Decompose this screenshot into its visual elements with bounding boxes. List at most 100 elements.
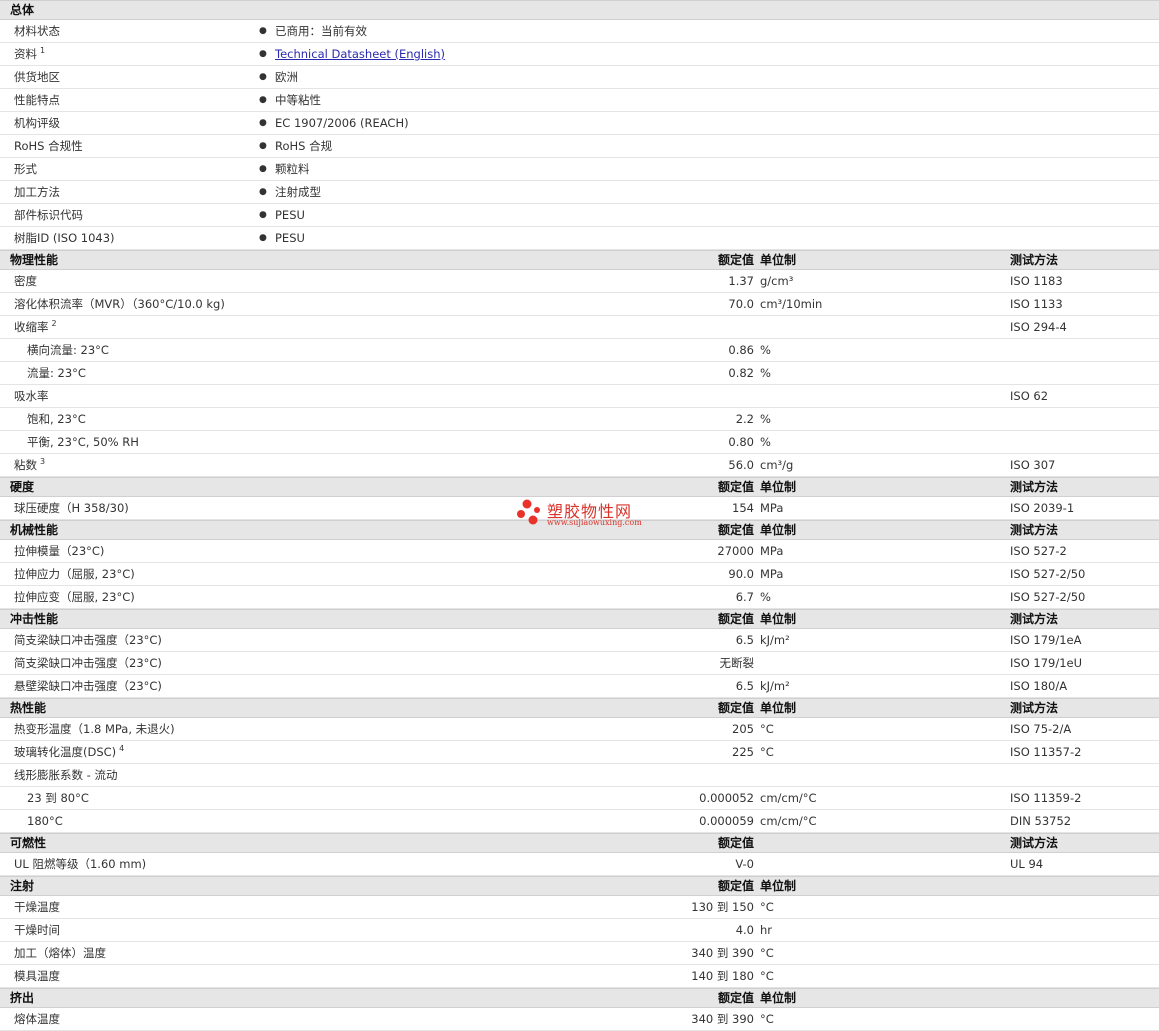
property-row: 密度 1.37 g/cm³ ISO 1183 <box>0 270 1159 293</box>
test-method: ISO 2039-1 <box>1010 501 1075 515</box>
section-header: 热性能 额定值 单位制 测试方法 <box>0 698 1159 718</box>
test-method-header: 测试方法 <box>1010 701 1059 715</box>
nominal-value: 70.0 <box>728 297 754 311</box>
property-row: 粘数 3 56.0 cm³/g ISO 307 <box>0 454 1159 477</box>
nominal-value: 6.7 <box>735 590 754 604</box>
property-label-text: 形式 <box>14 162 37 176</box>
property-label: 拉伸应变（屈服, 23°C) <box>14 586 135 608</box>
property-label: RoHS 合规性 <box>14 135 83 157</box>
test-method: ISO 527-2 <box>1010 544 1067 558</box>
property-label-text: 平衡, 23°C, 50% RH <box>27 435 139 449</box>
bullet-icon: ● <box>259 118 267 128</box>
footnote-marker: 2 <box>51 319 57 328</box>
property-row: 干燥时间 4.0 hr <box>0 919 1159 942</box>
property-value: PESU <box>275 231 305 245</box>
property-label-text: 简支梁缺口冲击强度（23°C) <box>14 633 162 647</box>
bullet-icon: ● <box>259 210 267 220</box>
property-value: 注射成型 <box>275 185 321 199</box>
technical-datasheet-link[interactable]: Technical Datasheet (English) <box>275 47 445 61</box>
property-label: 玻璃转化温度(DSC) 4 <box>14 741 124 763</box>
nominal-value: 0.000052 <box>699 791 754 805</box>
section-title: 总体 <box>10 3 35 17</box>
property-label-text: 吸水率 <box>14 389 49 403</box>
info-row: 加工方法 ● 注射成型 <box>0 181 1159 204</box>
nominal-value: 205 <box>732 722 754 736</box>
test-method: ISO 294-4 <box>1010 320 1067 334</box>
property-label-text: 部件标识代码 <box>14 208 83 222</box>
property-label-text: 熔体温度 <box>14 1012 60 1026</box>
datasheet-link-cell: Technical Datasheet (English) <box>275 43 445 65</box>
test-method: ISO 11357-2 <box>1010 745 1082 759</box>
property-label-text: 加工（熔体）温度 <box>14 946 106 960</box>
property-label: 粘数 3 <box>14 454 45 476</box>
unit-header: 单位制 <box>760 480 797 494</box>
nominal-header: 额定值 <box>717 991 754 1005</box>
test-method: DIN 53752 <box>1010 814 1072 828</box>
property-label-text: UL 阻燃等级（1.60 mm) <box>14 857 147 871</box>
property-label-text: 线形膨胀系数 - 流动 <box>14 768 118 782</box>
unit-value: kJ/m² <box>760 633 790 647</box>
property-label-text: 资料 <box>14 47 37 61</box>
property-label: 部件标识代码 <box>14 204 83 226</box>
unit-value: cm/cm/°C <box>760 791 817 805</box>
property-label: 简支梁缺口冲击强度（23°C) <box>14 629 162 651</box>
nominal-header: 额定值 <box>717 612 754 626</box>
property-label: 材料状态 <box>14 20 60 42</box>
property-label: 模具温度 <box>14 965 60 987</box>
property-row: 熔体温度 340 到 390 °C <box>0 1008 1159 1031</box>
property-label: 形式 <box>14 158 37 180</box>
info-row: 材料状态 ● 已商用：当前有效 <box>0 20 1159 43</box>
nominal-value: 0.80 <box>728 435 754 449</box>
property-label: 供货地区 <box>14 66 60 88</box>
unit-value: % <box>760 590 771 604</box>
property-label-text: 溶化体积流率（MVR）（360°C/10.0 kg) <box>14 297 225 311</box>
section-title: 挤出 <box>10 991 35 1005</box>
nominal-value: 154 <box>732 501 754 515</box>
nominal-value: 340 到 390 <box>691 1012 754 1026</box>
unit-header: 单位制 <box>760 253 797 267</box>
footnote-marker: 1 <box>40 46 46 55</box>
nominal-header: 额定值 <box>717 836 754 850</box>
test-method: ISO 179/1eU <box>1010 656 1083 670</box>
property-label-text: 拉伸模量（23°C) <box>14 544 105 558</box>
property-label: 悬壁梁缺口冲击强度（23°C) <box>14 675 162 697</box>
property-row: 23 到 80°C 0.000052 cm/cm/°C ISO 11359-2 <box>0 787 1159 810</box>
info-row: RoHS 合规性 ● RoHS 合规 <box>0 135 1159 158</box>
property-label: 干燥温度 <box>14 896 60 918</box>
nominal-header: 额定值 <box>717 253 754 267</box>
unit-value: cm/cm/°C <box>760 814 817 828</box>
nominal-value: V-0 <box>735 857 754 871</box>
property-label-text: 拉伸应力（屈服, 23°C) <box>14 567 135 581</box>
unit-value: °C <box>760 900 774 914</box>
property-label: 吸水率 <box>14 385 49 407</box>
property-row: 干燥温度 130 到 150 °C <box>0 896 1159 919</box>
property-label-text: 模具温度 <box>14 969 60 983</box>
unit-value: MPa <box>760 501 784 515</box>
nominal-header: 额定值 <box>717 879 754 893</box>
test-method: ISO 179/1eA <box>1010 633 1082 647</box>
property-label: 球压硬度（H 358/30) <box>14 497 129 519</box>
bullet-icon: ● <box>259 72 267 82</box>
footnote-marker: 4 <box>119 744 125 753</box>
bullet-icon: ● <box>259 233 267 243</box>
property-label-text: 简支梁缺口冲击强度（23°C) <box>14 656 162 670</box>
info-row: 性能特点 ● 中等粘性 <box>0 89 1159 112</box>
property-label-text: 流量: 23°C <box>27 366 86 380</box>
unit-value: °C <box>760 969 774 983</box>
nominal-value: 0.86 <box>728 343 754 357</box>
test-method: ISO 527-2/50 <box>1010 590 1086 604</box>
unit-value: hr <box>760 923 773 937</box>
section-header: 可燃性 额定值 测试方法 <box>0 833 1159 853</box>
unit-value: cm³/10min <box>760 297 823 311</box>
property-label: 树脂ID (ISO 1043) <box>14 227 115 249</box>
property-row: 收缩率 2 ISO 294-4 <box>0 316 1159 339</box>
property-label: 饱和, 23°C <box>27 408 86 430</box>
property-label-text: 材料状态 <box>14 24 60 38</box>
property-label-text: 玻璃转化温度(DSC) <box>14 745 117 759</box>
nominal-header: 额定值 <box>717 480 754 494</box>
section-header: 机械性能 额定值 单位制 测试方法 <box>0 520 1159 540</box>
test-method: ISO 180/A <box>1010 679 1068 693</box>
section-title: 机械性能 <box>10 523 59 537</box>
nominal-value: 130 到 150 <box>691 900 754 914</box>
property-label-text: 热变形温度（1.8 MPa, 未退火) <box>14 722 175 736</box>
